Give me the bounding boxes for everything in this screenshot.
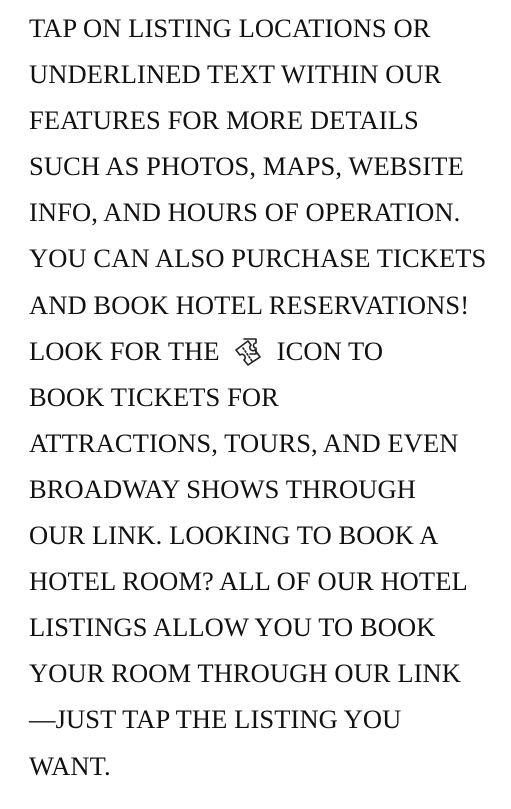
- instruction-line: YOU CAN ALSO PURCHASE TICKETS: [29, 243, 487, 274]
- instruction-line: WANT.: [29, 750, 111, 781]
- icon-line-before-text: LOOK FOR THE: [29, 335, 220, 366]
- instruction-line: FEATURES FOR MORE DETAILS: [29, 105, 419, 136]
- instruction-line: BOOK TICKETS FOR: [29, 381, 279, 412]
- instruction-line: INFO, AND HOURS OF OPERATION.: [29, 197, 461, 228]
- instruction-line: BROADWAY SHOWS THROUGH: [29, 473, 416, 504]
- instruction-line: OUR LINK. LOOKING TO BOOK A: [29, 520, 439, 551]
- instructions-text-block: TAP ON LISTING LOCATIONS OR UNDERLINED T…: [29, 5, 499, 789]
- instruction-line: YOUR ROOM THROUGH OUR LINK: [29, 658, 462, 689]
- instruction-line: LISTINGS ALLOW YOU TO BOOK: [29, 612, 436, 643]
- instruction-line: UNDERLINED TEXT WITHIN OUR: [29, 59, 442, 90]
- ticket-icon: [232, 336, 268, 366]
- instruction-line: AND BOOK HOTEL RESERVATIONS!: [29, 289, 470, 320]
- instruction-line: —JUST TAP THE LISTING YOU: [29, 704, 402, 735]
- instruction-line: SUCH AS PHOTOS, MAPS, WEBSITE: [29, 151, 464, 182]
- instruction-line: HOTEL ROOM? ALL OF OUR HOTEL: [29, 566, 468, 597]
- icon-line-after-text: ICON TO: [276, 335, 384, 366]
- instruction-line: TAP ON LISTING LOCATIONS OR: [29, 13, 431, 43]
- icon-instruction-line: LOOK FOR THE ICON TO: [29, 328, 499, 374]
- instruction-line: ATTRACTIONS, TOURS, AND EVEN: [29, 427, 459, 458]
